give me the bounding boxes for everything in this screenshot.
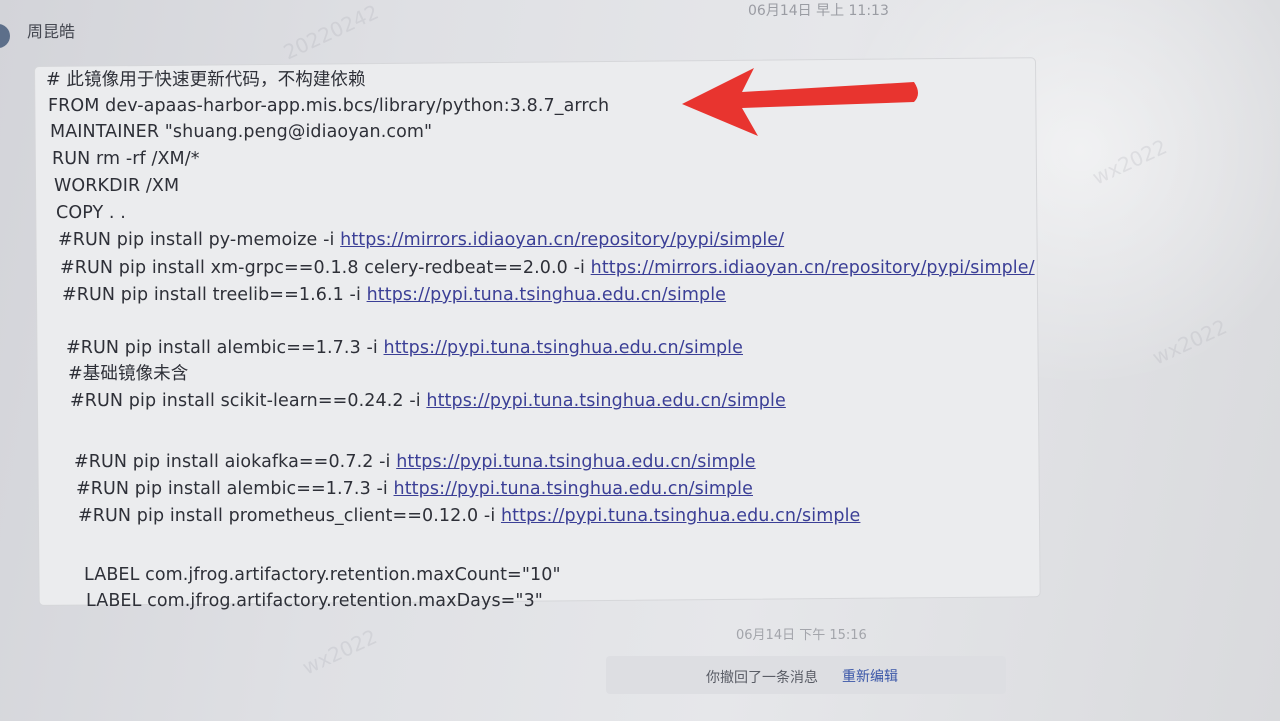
code-line: RUN rm -rf /XM/* [52,149,200,169]
code-line: #RUN pip install prometheus_client==0.12… [78,506,861,526]
pypi-link[interactable]: https://pypi.tuna.tsinghua.edu.cn/simple [367,285,726,305]
pypi-link[interactable]: https://pypi.tuna.tsinghua.edu.cn/simple [426,391,785,411]
code-line: LABEL com.jfrog.artifactory.retention.ma… [86,591,543,611]
pypi-link[interactable]: https://pypi.tuna.tsinghua.edu.cn/simple [501,506,860,526]
code-line: #RUN pip install alembic==1.7.3 -i https… [66,338,743,358]
sender-name: 周昆皓 [27,22,76,41]
avatar[interactable] [0,24,10,48]
message-content: # 此镜像用于快速更新代码，不构建依赖 FROM dev-apaas-harbo… [44,66,1054,637]
code-line: #RUN pip install aiokafka==0.7.2 -i http… [74,452,756,472]
watermark: wx2022 [1088,134,1171,190]
pypi-link[interactable]: https://mirrors.idiaoyan.cn/repository/p… [340,230,784,250]
code-line: # 此镜像用于快速更新代码，不构建依赖 [46,70,366,90]
pypi-link[interactable]: https://pypi.tuna.tsinghua.edu.cn/simple [384,338,743,358]
code-line: #RUN pip install alembic==1.7.3 -i https… [76,479,753,499]
code-line: FROM dev-apaas-harbor-app.mis.bcs/librar… [48,96,610,116]
reedit-link[interactable]: 重新编辑 [842,666,898,686]
pypi-link[interactable]: https://pypi.tuna.tsinghua.edu.cn/simple [394,479,753,499]
pypi-link[interactable]: https://mirrors.idiaoyan.cn/repository/p… [591,258,1035,278]
code-line: WORKDIR /XM [54,176,180,196]
code-line: #RUN pip install xm-grpc==0.1.8 celery-r… [60,258,1035,278]
watermark: wx2022 [1148,314,1231,370]
code-line: #RUN pip install treelib==1.6.1 -i https… [62,285,727,305]
code-line: #基础镜像未含 [68,364,189,384]
pypi-link[interactable]: https://pypi.tuna.tsinghua.edu.cn/simple [396,452,755,472]
code-line: MAINTAINER "shuang.peng@idiaoyan.com" [50,122,433,142]
top-timestamp: 06月14日 早上 11:13 [748,3,889,19]
recall-notice: 你撤回了一条消息 [706,670,818,686]
code-line: #RUN pip install py-memoize -i https://m… [58,230,785,250]
message-timestamp: 06月14日 下午 15:16 [736,628,867,643]
chat-screen: 20220242 wx2022 wx2022 wx2022 06月14日 早上 … [0,0,1280,721]
code-line: LABEL com.jfrog.artifactory.retention.ma… [84,565,561,585]
watermark: 20220242 [279,0,383,65]
code-line: #RUN pip install scikit-learn==0.24.2 -i… [70,391,786,411]
code-line: COPY . . [56,203,126,223]
